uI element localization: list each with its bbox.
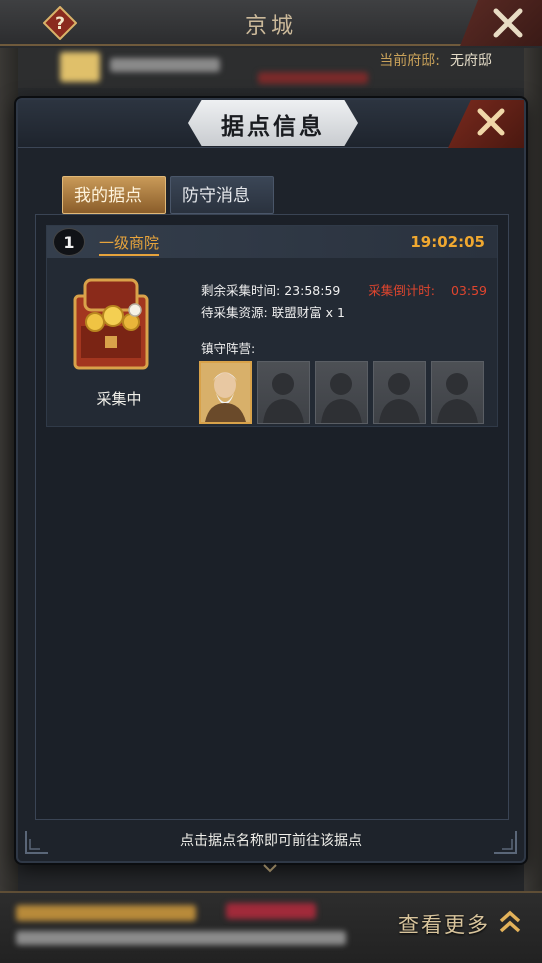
remaining-time-line: 剩余采集时间: 23:58:59 [201,280,340,299]
treasure-chest-icon [71,276,151,372]
guard-slot-occupied[interactable] [199,361,252,424]
blurred-info-2 [226,903,316,919]
countdown-value: 03:59 [450,283,487,298]
frame-right [524,48,542,893]
pending-resource-label: 待采集资源: [201,305,268,320]
countdown-label: 采集倒计时: [368,283,435,298]
guard-slot-empty[interactable] [373,361,426,424]
mansion-label: 当前府邸: [379,53,440,69]
silhouette-icon [379,373,420,423]
blurred-avatar [60,52,100,82]
countdown-line: 采集倒计时: 03:59 [368,280,487,299]
blurred-name [110,58,220,72]
status-text: 采集中 [96,390,142,408]
current-mansion: 当前府邸: 无府邸 [379,50,492,70]
tab-my-strongholds[interactable]: 我的据点 [62,176,166,214]
card-time: 19:02:05 [410,233,485,251]
double-chevron-up-icon[interactable] [498,909,522,939]
blurred-bar [258,72,368,84]
content-panel[interactable]: 1 一级商院 19:02:05 采集中 剩余采集时间: 23:58:59 采集倒… [35,214,509,820]
corner-ornament-icon [25,831,48,854]
guard-camp-label: 镇守阵营: [201,341,256,356]
pending-resource-line: 待采集资源: 联盟财富 x 1 [201,302,345,321]
remaining-time-label: 剩余采集时间: [201,283,281,298]
close-x-icon [477,108,505,136]
card-header: 1 一级商院 19:02:05 [47,226,497,258]
guard-slot-empty[interactable] [315,361,368,424]
dialog-header: 据点信息 [18,100,524,148]
corner-ornament-icon [494,831,517,854]
pending-resource-value: 联盟财富 x 1 [271,305,346,320]
top-bar: ? 京城 [0,0,542,46]
stronghold-info-dialog: 据点信息 我的据点 防守消息 1 一级商院 19:02:05 采集中 剩余采集时… [16,98,526,873]
level-badge: 1 [53,228,85,256]
blurred-info-1 [16,905,196,921]
chevron-down-icon [263,864,277,873]
tab-defense-messages[interactable]: 防守消息 [170,176,274,214]
guard-slot-empty[interactable] [431,361,484,424]
general-portrait-icon [201,363,250,422]
dialog-close-button[interactable] [448,100,524,148]
bottom-bar: 查看更多 [0,891,542,963]
guard-slot-empty[interactable] [257,361,310,424]
dialog-title: 据点信息 [221,113,325,140]
footer-hint: 点击据点名称即可前往该据点 [180,833,362,849]
city-title: 京城 [244,14,297,39]
silhouette-icon [437,373,478,423]
close-x-icon [493,8,523,38]
remaining-time-value: 23:58:59 [284,283,341,298]
blurred-info-3 [16,931,346,945]
stronghold-name-link[interactable]: 一级商院 [99,232,160,256]
mansion-value: 无府邸 [450,53,492,69]
stronghold-card: 1 一级商院 19:02:05 采集中 剩余采集时间: 23:58:59 采集倒… [46,225,498,427]
silhouette-icon [263,373,304,423]
top-close-button[interactable] [460,0,542,46]
view-more-button[interactable]: 查看更多 [398,909,490,939]
silhouette-icon [321,373,362,423]
